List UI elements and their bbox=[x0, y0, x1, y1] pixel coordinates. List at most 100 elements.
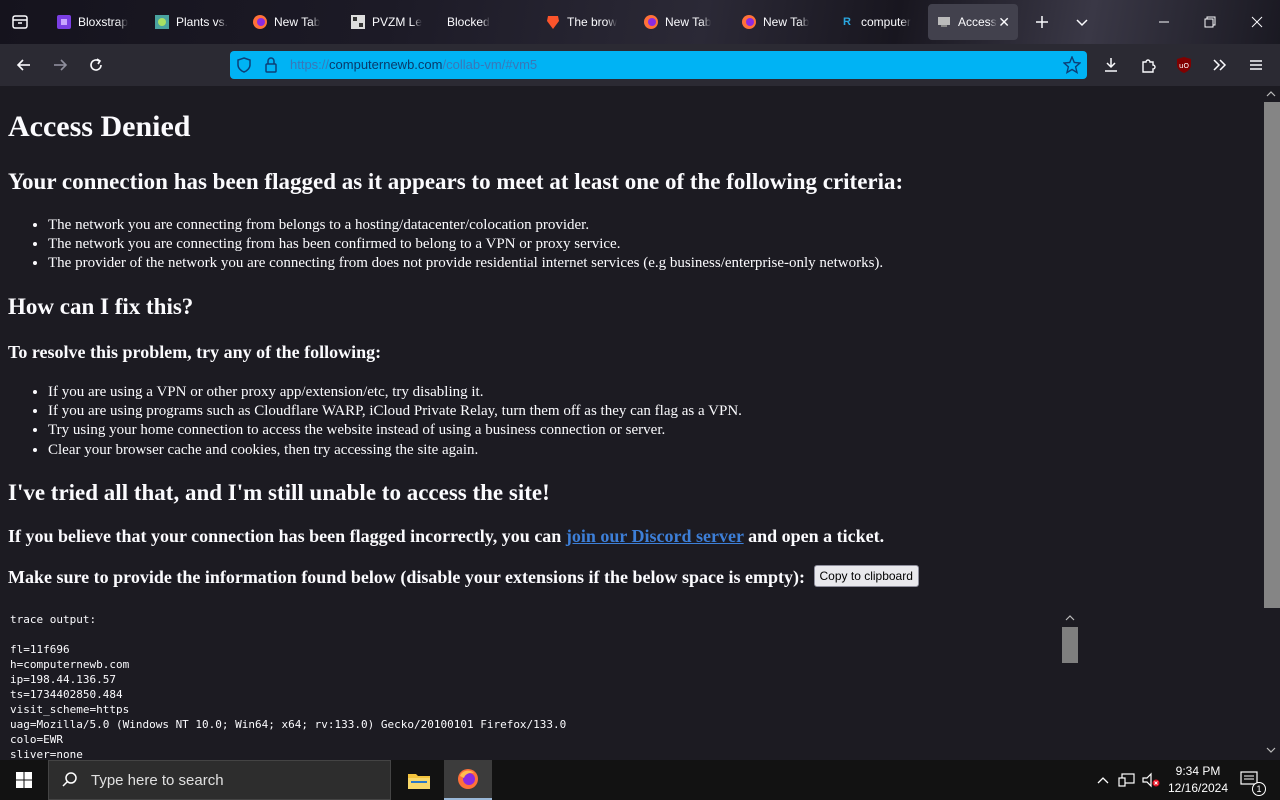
provide-info-label: Make sure to provide the information fou… bbox=[8, 567, 810, 587]
page-scrollbar[interactable] bbox=[1262, 86, 1280, 760]
tab-the-brow[interactable]: The brow bbox=[537, 4, 627, 40]
tab-label: computer bbox=[861, 15, 912, 29]
volume-button[interactable] bbox=[1140, 760, 1162, 800]
ublock-origin-button[interactable]: uO bbox=[1168, 49, 1200, 81]
chevron-up-icon bbox=[1097, 777, 1109, 784]
close-icon bbox=[1251, 16, 1263, 28]
volume-muted-icon bbox=[1142, 772, 1160, 788]
fix-heading: How can I fix this? bbox=[8, 294, 194, 319]
download-icon bbox=[1105, 58, 1117, 72]
new-tab-button[interactable] bbox=[1028, 8, 1056, 36]
tab-new-tab-2[interactable]: New Tab bbox=[635, 4, 725, 40]
list-tabs-dropdown[interactable] bbox=[1068, 8, 1096, 36]
forward-button[interactable] bbox=[44, 49, 76, 81]
forward-arrow-icon bbox=[54, 59, 68, 71]
discord-link[interactable]: join our Discord server bbox=[566, 526, 744, 546]
address-bar[interactable]: https://computernewb.com/collab-vm/#vm5 bbox=[230, 51, 1087, 79]
still-unable-heading: I've tried all that, and I'm still unabl… bbox=[8, 480, 550, 505]
minimize-button[interactable] bbox=[1141, 0, 1187, 44]
file-explorer-button[interactable] bbox=[395, 760, 443, 800]
firefox-icon bbox=[741, 14, 757, 30]
list-item: Try using your home connection to access… bbox=[48, 421, 742, 440]
firefox-taskbar-button[interactable] bbox=[444, 760, 492, 800]
show-hidden-icons-button[interactable] bbox=[1094, 760, 1112, 800]
app-menu-button[interactable] bbox=[1240, 49, 1272, 81]
windows-taskbar: Type here to search 9:34 PM 12/16/2024 1 bbox=[0, 760, 1280, 800]
tab-label: New Tab bbox=[274, 15, 321, 29]
tab-blocked[interactable]: Blocked bbox=[439, 4, 529, 40]
firefox-icon bbox=[458, 769, 478, 789]
bloxstrap-icon bbox=[56, 14, 72, 30]
tab-pvzm[interactable]: PVZM Le bbox=[342, 4, 432, 40]
incorrect-prefix: If you believe that your connection has … bbox=[8, 526, 566, 546]
plus-icon bbox=[1036, 16, 1048, 28]
close-window-button[interactable] bbox=[1234, 0, 1280, 44]
scroll-down-arrow-icon[interactable] bbox=[1262, 744, 1280, 756]
url-text[interactable]: https://computernewb.com/collab-vm/#vm5 bbox=[290, 57, 537, 72]
ublock-origin-icon: uO bbox=[1177, 57, 1191, 73]
notification-count-badge: 1 bbox=[1252, 782, 1266, 796]
list-all-tabs-button[interactable] bbox=[0, 0, 40, 44]
start-button[interactable] bbox=[0, 760, 48, 800]
hamburger-menu-icon bbox=[1250, 60, 1262, 70]
scroll-up-arrow-icon[interactable] bbox=[1062, 612, 1078, 624]
restore-button[interactable] bbox=[1187, 0, 1233, 44]
list-item: The provider of the network you are conn… bbox=[48, 254, 883, 273]
tab-list-icon bbox=[12, 15, 28, 29]
extensions-button[interactable] bbox=[1132, 49, 1164, 81]
resolve-heading: To resolve this problem, try any of the … bbox=[8, 342, 382, 362]
page-scrollbar-thumb[interactable] bbox=[1264, 102, 1280, 608]
tracking-protection-shield-icon[interactable] bbox=[236, 57, 252, 78]
trace-output[interactable]: trace output: fl=11f696 h=computernewb.c… bbox=[10, 612, 566, 760]
clock-time: 9:34 PM bbox=[1175, 764, 1221, 778]
clock-date: 12/16/2024 bbox=[1167, 781, 1229, 795]
trace-scrollbar-thumb[interactable] bbox=[1062, 627, 1078, 663]
double-chevron-right-icon bbox=[1213, 59, 1227, 71]
scroll-up-arrow-icon[interactable] bbox=[1262, 88, 1280, 100]
reload-icon bbox=[90, 58, 102, 71]
action-center-button[interactable]: 1 bbox=[1236, 760, 1266, 800]
close-tab-icon[interactable]: ✕ bbox=[998, 14, 1010, 31]
taskbar-search-box[interactable]: Type here to search bbox=[48, 760, 391, 800]
chevron-down-icon bbox=[1076, 19, 1088, 27]
tab-label: Plants vs. bbox=[176, 15, 229, 29]
firefox-icon bbox=[643, 14, 659, 30]
tab-bloxstrap[interactable]: Bloxstrap bbox=[48, 4, 140, 40]
list-item: The network you are connecting from has … bbox=[48, 235, 883, 254]
tab-plants-vs[interactable]: Plants vs. bbox=[146, 4, 236, 40]
tab-new-tab-1[interactable]: New Tab bbox=[244, 4, 334, 40]
tab-label: Bloxstrap bbox=[78, 15, 129, 29]
trace-scrollbar[interactable] bbox=[1062, 612, 1078, 760]
more-tools-button[interactable] bbox=[1203, 49, 1235, 81]
back-arrow-icon bbox=[16, 59, 30, 71]
brave-lion-icon bbox=[545, 14, 561, 30]
tab-new-tab-3[interactable]: New Tab bbox=[733, 4, 823, 40]
tab-strip: Bloxstrap Plants vs. New Tab PVZM Le Blo… bbox=[0, 0, 1280, 44]
tab-label: Blocked bbox=[447, 15, 490, 29]
tab-label: New Tab bbox=[665, 15, 712, 29]
folder-icon bbox=[408, 774, 430, 789]
tab-label: The brow bbox=[567, 15, 618, 29]
puzzle-piece-icon bbox=[1142, 59, 1156, 73]
tab-label: Access bbox=[958, 15, 997, 29]
page-content: Access Denied Your connection has been f… bbox=[0, 86, 1262, 760]
bookmark-star-icon[interactable] bbox=[1062, 55, 1082, 79]
clock[interactable]: 9:34 PM 12/16/2024 bbox=[1160, 763, 1236, 797]
tab-computer[interactable]: R computer bbox=[831, 4, 921, 40]
back-button[interactable] bbox=[8, 49, 40, 81]
downloads-button[interactable] bbox=[1095, 49, 1127, 81]
url-scheme: https:// bbox=[290, 57, 330, 72]
pvzm-icon bbox=[350, 14, 366, 30]
lock-icon[interactable] bbox=[264, 57, 278, 78]
copy-to-clipboard-button[interactable]: Copy to clipboard bbox=[813, 565, 919, 587]
incorrect-suffix: and open a ticket. bbox=[743, 526, 885, 546]
flagged-incorrectly-text: If you believe that your connection has … bbox=[8, 526, 884, 547]
search-icon bbox=[62, 772, 77, 787]
svg-text:uO: uO bbox=[1179, 62, 1189, 70]
r-site-icon: R bbox=[843, 16, 851, 28]
list-item: If you are using a VPN or other proxy ap… bbox=[48, 383, 742, 402]
reload-button[interactable] bbox=[80, 49, 112, 81]
page-title: Access Denied bbox=[8, 110, 191, 143]
tab-access-active[interactable]: Access ✕ bbox=[928, 4, 1018, 40]
network-button[interactable] bbox=[1116, 760, 1138, 800]
